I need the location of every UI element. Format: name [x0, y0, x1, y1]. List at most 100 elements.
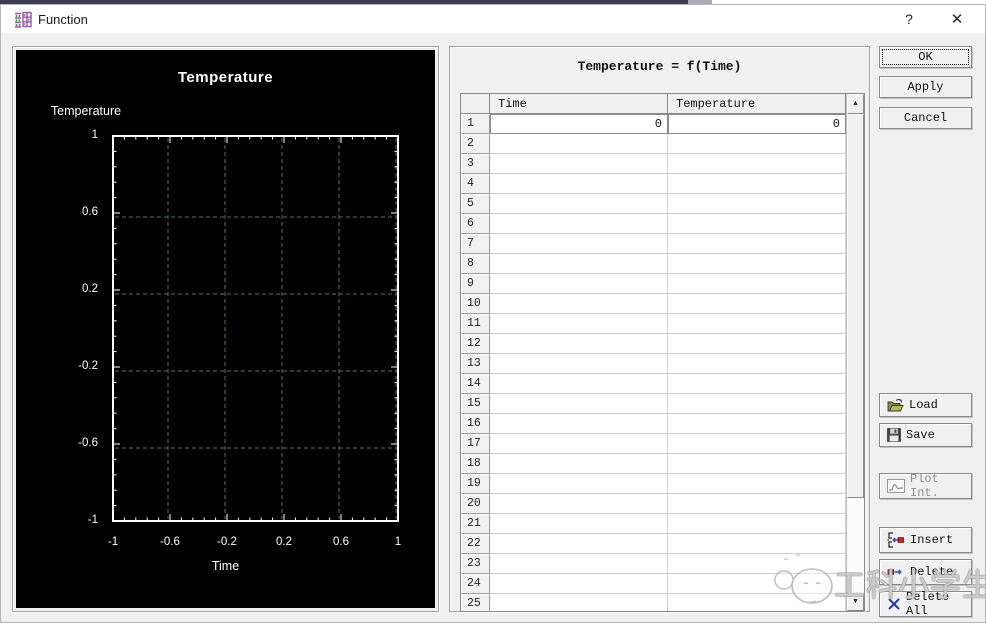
cell-time[interactable] — [490, 254, 668, 274]
help-button[interactable]: ? — [889, 5, 929, 33]
table-row: 10 — [461, 294, 846, 314]
cell-time[interactable] — [490, 554, 668, 574]
cell-temperature[interactable] — [668, 454, 846, 474]
cell-temperature[interactable] — [668, 294, 846, 314]
row-number[interactable]: 19 — [461, 474, 490, 494]
cell-time[interactable] — [490, 354, 668, 374]
cell-temperature[interactable] — [668, 494, 846, 514]
row-number[interactable]: 25 — [461, 594, 490, 611]
cancel-button[interactable]: Cancel — [879, 107, 972, 129]
row-number[interactable]: 14 — [461, 374, 490, 394]
delete-all-x-icon — [888, 598, 900, 610]
cell-temperature[interactable] — [668, 174, 846, 194]
cell-time[interactable] — [490, 594, 668, 611]
cell-time[interactable] — [490, 454, 668, 474]
cell-time[interactable] — [490, 514, 668, 534]
cell-time[interactable] — [490, 374, 668, 394]
cell-temperature[interactable] — [668, 374, 846, 394]
row-number[interactable]: 2 — [461, 134, 490, 154]
cell-temperature[interactable] — [668, 534, 846, 554]
row-number[interactable]: 7 — [461, 234, 490, 254]
close-button[interactable]: ✕ — [937, 5, 977, 33]
cell-time[interactable] — [490, 134, 668, 154]
row-number[interactable]: 1 — [461, 114, 490, 134]
ok-button[interactable]: OK — [879, 46, 972, 68]
cell-time[interactable] — [490, 294, 668, 314]
cell-temperature[interactable] — [668, 154, 846, 174]
cell-temperature[interactable] — [668, 354, 846, 374]
cell-time[interactable] — [490, 574, 668, 594]
row-number[interactable]: 8 — [461, 254, 490, 274]
cell-time[interactable] — [490, 274, 668, 294]
cell-temperature[interactable] — [668, 414, 846, 434]
cell-temperature[interactable] — [668, 134, 846, 154]
column-header-time[interactable]: Time — [490, 94, 668, 113]
table-row: 6 — [461, 214, 846, 234]
cell-time[interactable] — [490, 414, 668, 434]
delete-button[interactable]: Delete — [879, 559, 972, 585]
cell-time[interactable]: 0 — [490, 114, 668, 134]
row-number[interactable]: 10 — [461, 294, 490, 314]
row-number[interactable]: 13 — [461, 354, 490, 374]
cell-temperature[interactable]: 0 — [668, 114, 846, 134]
cell-temperature[interactable] — [668, 274, 846, 294]
cell-time[interactable] — [490, 474, 668, 494]
cell-temperature[interactable] — [668, 474, 846, 494]
cell-temperature[interactable] — [668, 314, 846, 334]
table-row: 17 — [461, 434, 846, 454]
row-number[interactable]: 16 — [461, 414, 490, 434]
row-number[interactable]: 22 — [461, 534, 490, 554]
column-header-temperature[interactable]: Temperature — [668, 94, 846, 113]
cell-temperature[interactable] — [668, 574, 846, 594]
row-number[interactable]: 9 — [461, 274, 490, 294]
cell-time[interactable] — [490, 394, 668, 414]
plot-int-button[interactable]: Plot Int. — [879, 472, 972, 500]
scrollbar-track[interactable] — [847, 498, 864, 593]
cell-time[interactable] — [490, 334, 668, 354]
row-number[interactable]: 11 — [461, 314, 490, 334]
row-number[interactable]: 3 — [461, 154, 490, 174]
cell-time[interactable] — [490, 494, 668, 514]
cell-temperature[interactable] — [668, 334, 846, 354]
scrollbar-thumb[interactable] — [847, 114, 864, 498]
row-number[interactable]: 24 — [461, 574, 490, 594]
row-number[interactable]: 17 — [461, 434, 490, 454]
cell-time[interactable] — [490, 314, 668, 334]
row-number[interactable]: 20 — [461, 494, 490, 514]
row-number[interactable]: 23 — [461, 554, 490, 574]
cell-time[interactable] — [490, 534, 668, 554]
row-number[interactable]: 4 — [461, 174, 490, 194]
save-button[interactable]: Save — [879, 423, 972, 447]
cell-temperature[interactable] — [668, 514, 846, 534]
cell-temperature[interactable] — [668, 394, 846, 414]
apply-button[interactable]: Apply — [879, 76, 972, 98]
table-scrollbar[interactable]: ▲ ▼ — [846, 94, 864, 611]
row-number[interactable]: 12 — [461, 334, 490, 354]
delete-all-button[interactable]: Delete All — [879, 590, 972, 618]
scroll-up-icon[interactable]: ▲ — [847, 94, 864, 114]
cell-temperature[interactable] — [668, 194, 846, 214]
table-row: 14 — [461, 374, 846, 394]
cell-temperature[interactable] — [668, 254, 846, 274]
cell-time[interactable] — [490, 174, 668, 194]
load-button[interactable]: Load — [879, 393, 972, 417]
cell-time[interactable] — [490, 194, 668, 214]
row-number[interactable]: 21 — [461, 514, 490, 534]
insert-button[interactable]: Insert — [879, 527, 972, 553]
scroll-down-icon[interactable]: ▼ — [847, 593, 864, 611]
cell-time[interactable] — [490, 234, 668, 254]
screenshot-stage: Function ? ✕ Temperature Temperature Tim… — [0, 0, 986, 625]
cell-temperature[interactable] — [668, 554, 846, 574]
cell-temperature[interactable] — [668, 234, 846, 254]
cell-time[interactable] — [490, 154, 668, 174]
function-table-icon — [15, 11, 32, 28]
row-number[interactable]: 5 — [461, 194, 490, 214]
cell-temperature[interactable] — [668, 434, 846, 454]
cell-temperature[interactable] — [668, 594, 846, 611]
cell-temperature[interactable] — [668, 214, 846, 234]
row-number[interactable]: 15 — [461, 394, 490, 414]
cell-time[interactable] — [490, 214, 668, 234]
row-number[interactable]: 18 — [461, 454, 490, 474]
cell-time[interactable] — [490, 434, 668, 454]
row-number[interactable]: 6 — [461, 214, 490, 234]
